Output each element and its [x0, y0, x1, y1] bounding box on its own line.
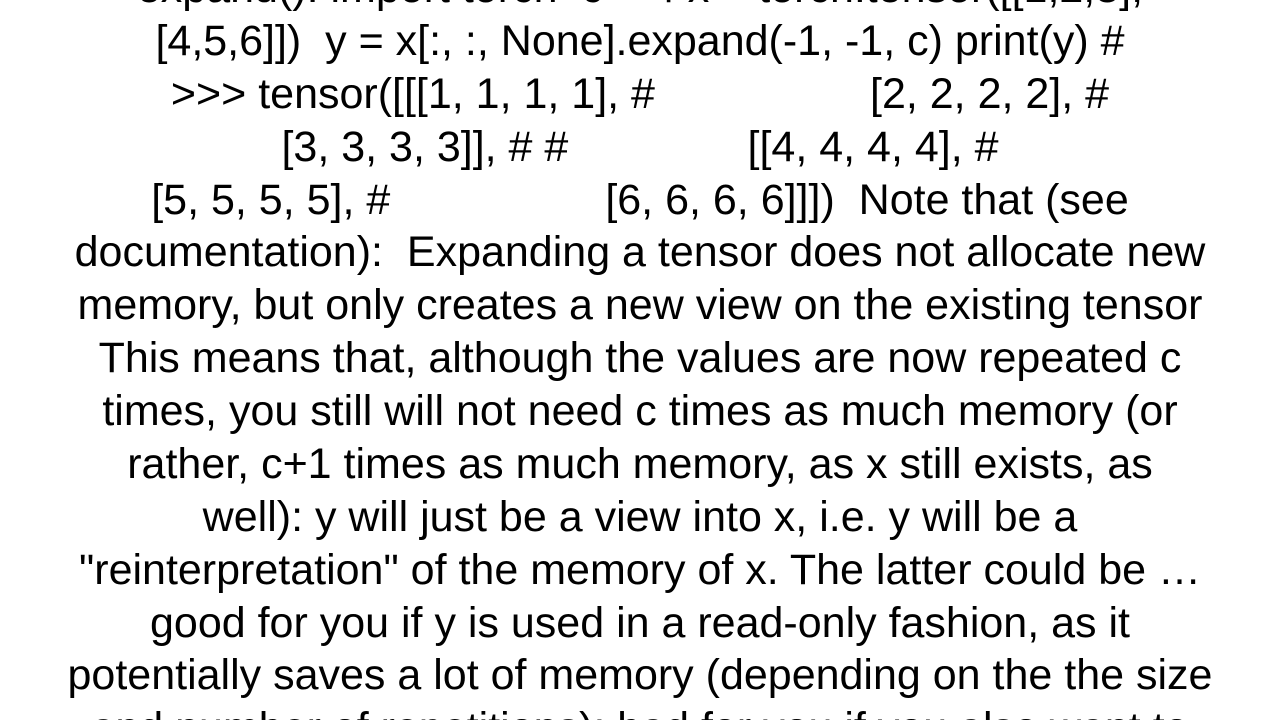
text-line: "reinterpretation" of the memory of x. T…: [79, 546, 1201, 594]
text-line: potentially saves a lot of memory (depen…: [68, 651, 1213, 699]
text-line: [3, 3, 3, 3]], # # [[4, 4, 4, 4], #: [281, 123, 998, 171]
text-line: and number of repetitions); bad for you …: [91, 704, 1188, 720]
text-line: [4,5,6]]) y = x[:, :, None].expand(-1, -…: [155, 17, 1124, 65]
text-line: This means that, although the values are…: [99, 334, 1182, 382]
text-line: good for you if y is used in a read-only…: [150, 599, 1130, 647]
text-line: well): y will just be a view into x, i.e…: [203, 493, 1078, 541]
text-line: memory, but only creates a new view on t…: [78, 281, 1203, 329]
text-line: >>> tensor([[[1, 1, 1, 1], # [2, 2, 2, 2…: [171, 70, 1109, 118]
text-line: [5, 5, 5, 5], # [6, 6, 6, 6]]]) Note tha…: [151, 176, 1129, 224]
text-line: rather, c+1 times as much memory, as x s…: [127, 440, 1153, 488]
text-line: times, you still will not need c times a…: [102, 387, 1177, 435]
text-line: expand(): import torch c = 4 x = torch.t…: [137, 0, 1143, 12]
text-line: documentation): Expanding a tensor does …: [75, 228, 1206, 276]
document-text: expand(): import torch c = 4 x = torch.t…: [68, 0, 1213, 720]
page-container: expand(): import torch c = 4 x = torch.t…: [0, 0, 1280, 720]
